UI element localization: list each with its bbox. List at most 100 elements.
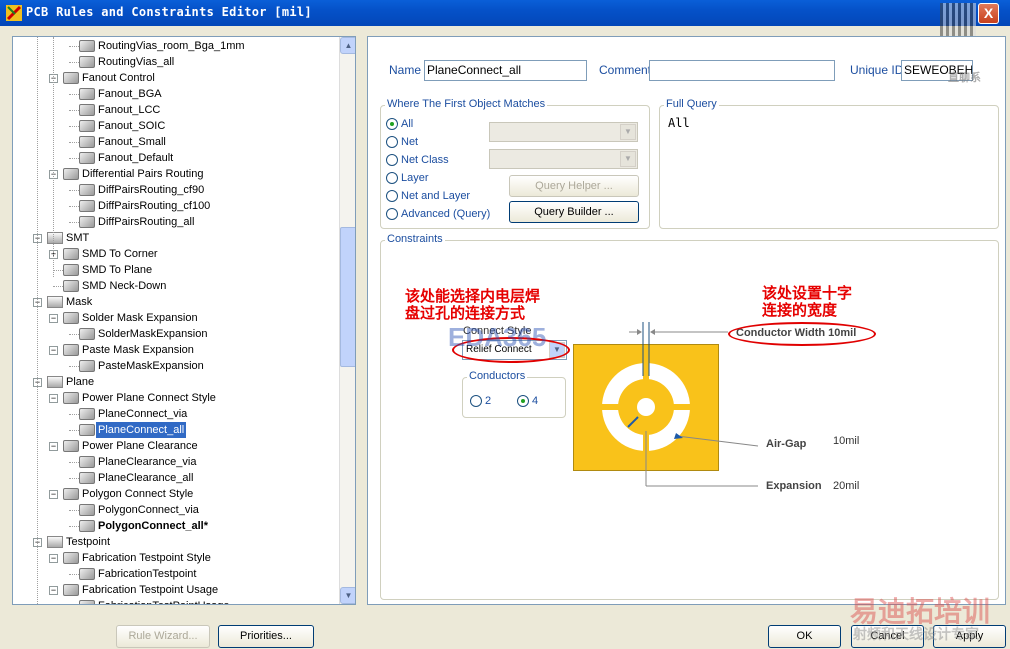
query-builder-button[interactable]: Query Builder ...	[509, 201, 639, 223]
collapse-icon[interactable]: −	[49, 394, 58, 403]
tree-item[interactable]: DiffPairsRouting_cf100	[13, 198, 339, 214]
tree-item[interactable]: − Fanout Control	[13, 70, 339, 86]
rule-icon	[63, 280, 79, 292]
tree-item[interactable]: − Paste Mask Expansion	[13, 342, 339, 358]
rule-icon	[79, 104, 95, 116]
rule-icon	[63, 168, 79, 180]
tree-item[interactable]: Fanout_LCC	[13, 102, 339, 118]
tree-item[interactable]: + SMD To Corner	[13, 246, 339, 262]
air-gap-label: Air-Gap	[766, 438, 807, 450]
first-object-title: Where The First Object Matches	[385, 98, 548, 110]
tree-item[interactable]: Fanout_Small	[13, 134, 339, 150]
tree-item[interactable]: FabricationTestPointUsage	[13, 598, 339, 604]
tree-item-label: PlaneConnect_via	[98, 408, 188, 420]
rule-icon	[63, 264, 79, 276]
full-query-title: Full Query	[664, 98, 719, 110]
collapse-icon[interactable]: −	[49, 490, 58, 499]
rule-icon	[79, 504, 95, 516]
tree-item-label: Fanout_SOIC	[98, 120, 166, 132]
tree-item[interactable]: − SMT	[13, 230, 339, 246]
rule-icon	[79, 408, 95, 420]
radio-dot-icon	[386, 136, 398, 148]
tree-item-label: Paste Mask Expansion	[82, 344, 194, 356]
rule-icon	[79, 520, 95, 532]
ok-button[interactable]: OK	[768, 625, 841, 648]
tree-item[interactable]: PolygonConnect_via	[13, 502, 339, 518]
tree-item[interactable]: PlaneClearance_via	[13, 454, 339, 470]
name-input[interactable]: PlaneConnect_all	[424, 60, 587, 81]
air-gap-value[interactable]: 10mil	[833, 435, 859, 447]
tree-item[interactable]: PolygonConnect_all*	[13, 518, 339, 534]
title-bar: PCB Rules and Constraints Editor [mil] X	[0, 0, 1010, 39]
tree-item[interactable]: PlaneClearance_all	[13, 470, 339, 486]
expansion-value[interactable]: 20mil	[833, 480, 859, 492]
tree-item-label: PlaneClearance_via	[98, 456, 197, 468]
tree-item[interactable]: − Polygon Connect Style	[13, 486, 339, 502]
tree-item[interactable]: − Power Plane Connect Style	[13, 390, 339, 406]
tree-item[interactable]: PlaneConnect_via	[13, 406, 339, 422]
rule-icon	[79, 88, 95, 100]
tree-item-label: SMD Neck-Down	[82, 280, 167, 292]
tree-item-label: PolygonConnect_via	[98, 504, 199, 516]
scroll-thumb[interactable]	[340, 227, 355, 367]
rule-icon	[63, 312, 79, 324]
tree-item[interactable]: RoutingVias_room_Bga_1mm	[13, 38, 339, 54]
annotation-left-line2: 盘过孔的连接方式	[405, 304, 526, 322]
tree-item[interactable]: Fanout_Default	[13, 150, 339, 166]
tree-item[interactable]: − Solder Mask Expansion	[13, 310, 339, 326]
collapse-icon[interactable]: −	[49, 346, 58, 355]
rule-wizard-button[interactable]: Rule Wizard...	[116, 625, 210, 648]
rules-tree[interactable]: RoutingVias_room_Bga_1mm RoutingVias_all −…	[12, 36, 356, 605]
tree-item[interactable]: − Plane	[13, 374, 339, 390]
tree-item[interactable]: DiffPairsRouting_all	[13, 214, 339, 230]
query-helper-button[interactable]: Query Helper ...	[509, 175, 639, 197]
tree-item[interactable]: FabricationTestpoint	[13, 566, 339, 582]
tree-item[interactable]: − Fabrication Testpoint Usage	[13, 582, 339, 598]
tree-item[interactable]: Fanout_SOIC	[13, 118, 339, 134]
tree-item[interactable]: RoutingVias_all	[13, 54, 339, 70]
tree-scrollbar[interactable]: ▲ ▼	[339, 37, 355, 604]
tree-item-label: DiffPairsRouting_cf90	[98, 184, 205, 196]
comment-input[interactable]	[649, 60, 835, 81]
rule-icon	[63, 488, 79, 500]
tree-item[interactable]: DiffPairsRouting_cf90	[13, 182, 339, 198]
rule-icon	[79, 120, 95, 132]
tree-guide-line	[53, 37, 54, 277]
tree-item[interactable]: − Testpoint	[13, 534, 339, 550]
rule-icon	[79, 424, 95, 436]
tree-item-label: Fanout_LCC	[98, 104, 161, 116]
tree-item[interactable]: − Power Plane Clearance	[13, 438, 339, 454]
tree-item-label: Fanout_Default	[98, 152, 174, 164]
collapse-icon[interactable]: −	[49, 314, 58, 323]
collapse-icon[interactable]: −	[49, 554, 58, 563]
scroll-up-button[interactable]: ▲	[340, 37, 355, 54]
tree-item[interactable]: − Fabrication Testpoint Style	[13, 550, 339, 566]
tree-item-label: PolygonConnect_all*	[98, 520, 209, 532]
full-query-text[interactable]: All	[668, 116, 690, 130]
tree-item[interactable]: − Mask	[13, 294, 339, 310]
rule-icon	[79, 600, 95, 604]
tree-item-label: Fabrication Testpoint Usage	[82, 584, 219, 596]
tree-item[interactable]: PlaneConnect_all	[13, 422, 339, 438]
collapse-icon[interactable]: −	[49, 442, 58, 451]
tree-item-label: SMT	[66, 232, 90, 244]
tree-item[interactable]: SMD To Plane	[13, 262, 339, 278]
priorities-button[interactable]: Priorities...	[218, 625, 314, 648]
tree-item-label: DiffPairsRouting_all	[98, 216, 195, 228]
annotation-right-line2: 连接的宽度	[762, 301, 838, 319]
radio-dot-icon	[386, 118, 398, 130]
tree-item[interactable]: − Differential Pairs Routing	[13, 166, 339, 182]
tree-item-label: Fanout Control	[82, 72, 155, 84]
rule-icon	[63, 72, 79, 84]
tree-item[interactable]: SMD Neck-Down	[13, 278, 339, 294]
tree-item[interactable]: SolderMaskExpansion	[13, 326, 339, 342]
tree-item[interactable]: Fanout_BGA	[13, 86, 339, 102]
collapse-icon[interactable]: −	[49, 586, 58, 595]
close-button[interactable]: X	[978, 3, 999, 24]
radio-dot-icon	[386, 208, 398, 220]
unique-id-label: Unique ID	[850, 63, 904, 77]
tree-item[interactable]: PasteMaskExpansion	[13, 358, 339, 374]
radio-dot-icon	[386, 172, 398, 184]
annotation-ellipse-conductor-width	[728, 322, 876, 346]
scroll-down-button[interactable]: ▼	[340, 587, 355, 604]
